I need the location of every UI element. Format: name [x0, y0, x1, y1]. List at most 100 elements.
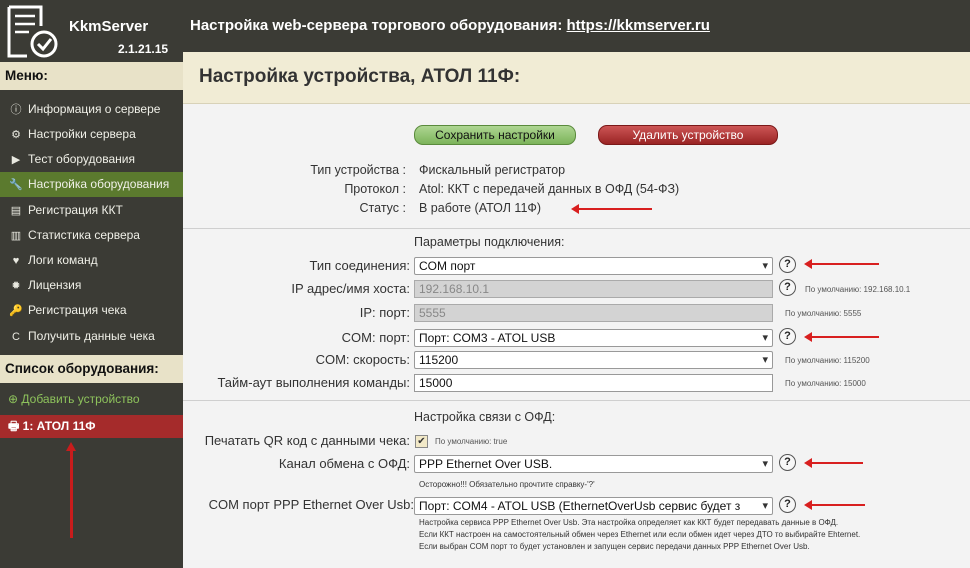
ofd-channel-label: Канал обмена с ОФД: — [278, 456, 410, 471]
menu-item-server-stats[interactable]: ▥ Статистика сервера — [0, 223, 183, 248]
qr-checkbox[interactable]: ✔ — [415, 435, 428, 448]
qr-label: Печатать QR код с данными чека: — [204, 433, 410, 448]
device-type-value: Фискальный регистратор — [419, 163, 566, 177]
menu-item-receipt-registration[interactable]: 🔑 Регистрация чека — [0, 298, 183, 323]
help-icon[interactable]: ? — [779, 496, 796, 513]
key-icon: 🔑 — [9, 305, 23, 317]
help-icon[interactable]: ? — [779, 454, 796, 471]
ofd-warning: Осторожно!!! Обязательно прочтите справк… — [419, 480, 595, 489]
logo-area: KkmServer 2.1.21.15 — [0, 0, 183, 62]
ofd-heading: Настройка связи с ОФД: — [414, 410, 556, 424]
menu-item-license[interactable]: ✹ Лицензия — [0, 273, 183, 298]
divider — [183, 400, 970, 401]
connection-type-select[interactable]: COM порт — [414, 257, 773, 275]
menu-item-label: Получить данные чека — [28, 329, 155, 343]
plus-circle-icon: ⊕ — [8, 392, 22, 406]
delete-device-button[interactable]: Удалить устройство — [598, 125, 778, 145]
device-type-label: Тип устройства : — [310, 163, 406, 177]
ip-port-label: IP: порт: — [359, 305, 410, 320]
add-device-link[interactable]: ⊕ Добавить устройство — [8, 392, 140, 406]
wrench-icon: 🔧 — [9, 179, 23, 191]
info-icon: ⓘ — [10, 104, 22, 116]
com-speed-select[interactable]: 115200 — [414, 351, 773, 369]
menu-item-label: Настройка оборудования — [28, 177, 170, 191]
help-icon[interactable]: ? — [779, 279, 796, 296]
menu-item-label: Статистика сервера — [28, 228, 140, 242]
com-port-select[interactable]: Порт: COM3 - ATOL USB — [414, 329, 773, 347]
connection-heading: Параметры подключения: — [414, 235, 565, 249]
page-title-bar: Настройка устройства, АТОЛ 11Ф: — [183, 52, 970, 104]
main-content: Настройка устройства, АТОЛ 11Ф: Сохранит… — [183, 52, 970, 568]
clipboard-check-icon — [7, 5, 58, 58]
annotation-arrow — [804, 259, 879, 269]
site-link[interactable]: https://kkmserver.ru — [567, 17, 710, 34]
heartbeat-icon: ♥ — [12, 255, 20, 267]
protocol-label: Протокол : — [344, 182, 406, 196]
menu-heading: Меню: — [0, 62, 183, 90]
com-port-label: COM: порт: — [341, 330, 410, 345]
ip-address-label: IP адрес/имя хоста: — [291, 281, 410, 296]
com-speed-label: COM: скорость: — [315, 352, 410, 367]
ppp-note-3: Если выбран COM порт то будет установлен… — [419, 542, 810, 551]
status-value: В работе (АТОЛ 11Ф) — [419, 201, 542, 215]
gears-icon: ⚙ — [11, 129, 21, 141]
annotation-arrow — [571, 204, 652, 214]
protocol-value: Atol: ККТ с передачей данных в ОФД (54-Ф… — [419, 182, 680, 196]
port-default-note: По умолчанию: 5555 — [785, 309, 862, 318]
register-icon: ▤ — [10, 205, 22, 217]
menu-item-equipment-settings[interactable]: 🔧 Настройка оборудования — [0, 172, 191, 197]
menu-item-command-logs[interactable]: ♥ Логи команд — [0, 248, 183, 273]
menu-item-equipment-test[interactable]: ▶ Тест оборудования — [0, 147, 183, 172]
menu-item-label: Регистрация ККТ — [28, 203, 123, 217]
ip-port-input[interactable]: 5555 — [414, 304, 773, 322]
top-bar: Настройка web-сервера торгового оборудов… — [183, 0, 970, 52]
timeout-default-note: По умолчанию: 15000 — [785, 379, 866, 388]
app-name: KkmServer — [69, 18, 149, 35]
sidebar: KkmServer 2.1.21.15 Меню: ⓘ Информация о … — [0, 0, 191, 568]
menu-item-label: Логи команд — [28, 253, 98, 267]
save-settings-button[interactable]: Сохранить настройки — [414, 125, 576, 145]
annotation-arrow — [804, 500, 865, 510]
menu-item-get-receipt-data[interactable]: C Получить данные чека — [0, 324, 183, 349]
annotation-arrow — [804, 458, 863, 468]
menu-item-server-info[interactable]: ⓘ Информация о сервере — [0, 97, 183, 122]
ofd-channel-select[interactable]: PPP Ethernet Over USB. — [414, 455, 773, 473]
menu-item-label: Информация о сервере — [28, 102, 161, 116]
status-label: Статус : — [359, 201, 406, 215]
timeout-input[interactable]: 15000 — [414, 374, 773, 392]
device-label: 1: АТОЛ 11Ф — [22, 419, 96, 433]
connection-type-label: Тип соединения: — [309, 258, 410, 273]
topbar-title: Настройка web-сервера торгового оборудов… — [190, 17, 710, 34]
printer-icon: 🖶 — [8, 419, 23, 433]
menu-item-server-settings[interactable]: ⚙ Настройки сервера — [0, 122, 183, 147]
ppp-port-label: COM порт PPP Ethernet Over Usb: — [208, 497, 414, 512]
help-icon[interactable]: ? — [779, 256, 796, 273]
help-icon[interactable]: ? — [779, 328, 796, 345]
menu-item-label: Тест оборудования — [28, 152, 135, 166]
add-device-label: Добавить устройство — [21, 392, 140, 406]
refresh-icon: C — [12, 331, 20, 343]
qr-default-note: По умолчанию: true — [435, 437, 508, 446]
annotation-arrow-up — [66, 442, 76, 538]
ppp-note-1: Настройка сервиса PPP Ethernet Over Usb.… — [419, 518, 839, 527]
play-icon: ▶ — [11, 154, 21, 166]
ip-default-note: По умолчанию: 192.168.10.1 — [805, 285, 911, 294]
speed-default-note: По умолчанию: 115200 — [785, 356, 870, 365]
equipment-list-heading: Список оборудования: — [0, 355, 183, 383]
ip-address-input[interactable]: 192.168.10.1 — [414, 280, 773, 298]
divider — [183, 228, 970, 229]
annotation-arrow — [804, 332, 879, 342]
certificate-icon: ✹ — [11, 280, 21, 292]
menu-item-kkt-registration[interactable]: ▤ Регистрация ККТ — [0, 198, 183, 223]
menu-item-label: Лицензия — [28, 278, 82, 292]
menu-item-label: Регистрация чека — [28, 303, 127, 317]
topbar-title-text: Настройка web-сервера торгового оборудов… — [190, 17, 567, 34]
ppp-port-select[interactable]: Порт: COM4 - ATOL USB (EthernetOverUsb с… — [414, 497, 773, 515]
page-title: Настройка устройства, АТОЛ 11Ф: — [199, 66, 521, 87]
bar-chart-icon: ▥ — [10, 230, 22, 242]
timeout-label: Тайм-аут выполнения команды: — [217, 375, 410, 390]
menu-item-label: Настройки сервера — [28, 127, 136, 141]
app-version: 2.1.21.15 — [118, 42, 169, 56]
device-item-atol[interactable]: 🖶 1: АТОЛ 11Ф — [0, 415, 191, 438]
ppp-note-2: Если ККТ настроен на самостоятельный обм… — [419, 530, 861, 539]
